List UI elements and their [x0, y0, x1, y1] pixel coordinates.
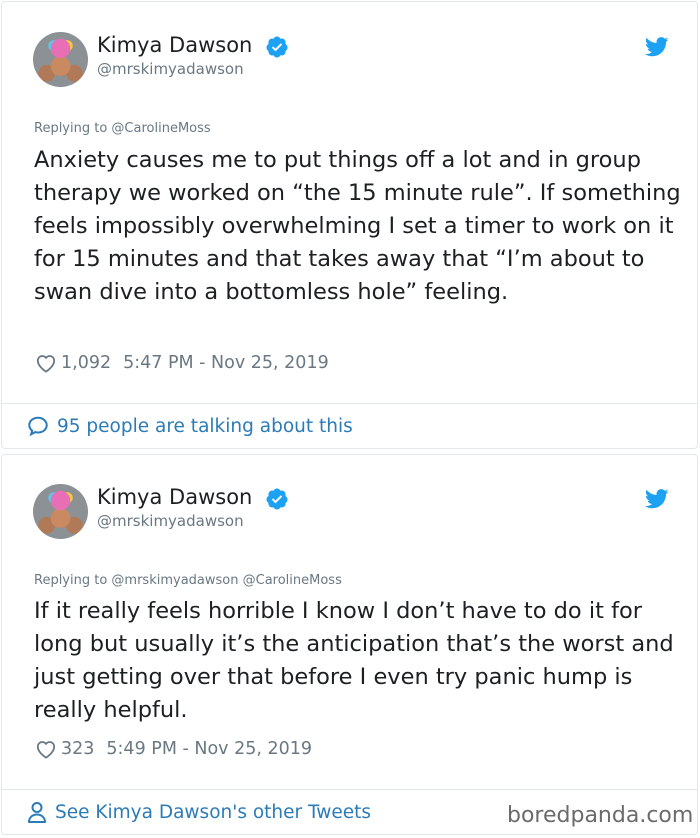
heart-icon[interactable] [35, 353, 57, 373]
tweet-card: Kimya Dawson @mrskimyadawson Replying to… [1, 454, 698, 835]
author-name[interactable]: Kimya Dawson [97, 33, 252, 57]
tweet-text: Anxiety causes me to put things off a lo… [34, 147, 681, 305]
see-other-tweets-link[interactable]: See Kimya Dawson's other Tweets [27, 801, 371, 823]
conversation-label[interactable]: 95 people are talking about this [57, 416, 353, 437]
divider [2, 403, 697, 404]
divider [2, 789, 697, 790]
site-watermark: boredpanda.com [507, 803, 694, 828]
twitter-bird-icon[interactable] [645, 489, 669, 509]
tweet-timestamp[interactable]: 5:49 PM - Nov 25, 2019 [106, 739, 312, 759]
verified-badge-icon [266, 488, 288, 510]
author-name[interactable]: Kimya Dawson [97, 485, 252, 509]
author-handle[interactable]: @mrskimyadawson [97, 512, 244, 530]
verified-badge-icon [266, 36, 288, 58]
tweet-timestamp[interactable]: 5:47 PM - Nov 25, 2019 [123, 353, 329, 373]
see-other-tweets-label[interactable]: See Kimya Dawson's other Tweets [55, 802, 371, 823]
conversation-link[interactable]: 95 people are talking about this [27, 415, 353, 437]
replying-to[interactable]: Replying to @CarolineMoss [34, 121, 211, 136]
tweet-card: Kimya Dawson @mrskimyadawson Replying to… [1, 1, 698, 449]
tweet-text: If it really feels horrible I know I don… [34, 598, 674, 723]
twitter-bird-icon[interactable] [645, 37, 669, 57]
author-avatar[interactable] [33, 484, 88, 539]
replying-to[interactable]: Replying to @mrskimyadawson @CarolineMos… [34, 573, 342, 588]
author-avatar[interactable] [33, 32, 88, 87]
speech-bubble-icon [28, 416, 48, 437]
heart-icon[interactable] [35, 739, 57, 759]
author-handle[interactable]: @mrskimyadawson [97, 60, 244, 78]
like-count[interactable]: 1,092 [61, 353, 111, 373]
tweet-meta: 1,092 5:47 PM - Nov 25, 2019 [35, 353, 329, 373]
tweet-meta: 323 5:49 PM - Nov 25, 2019 [35, 739, 312, 759]
person-icon [28, 802, 46, 823]
like-count[interactable]: 323 [61, 739, 94, 759]
